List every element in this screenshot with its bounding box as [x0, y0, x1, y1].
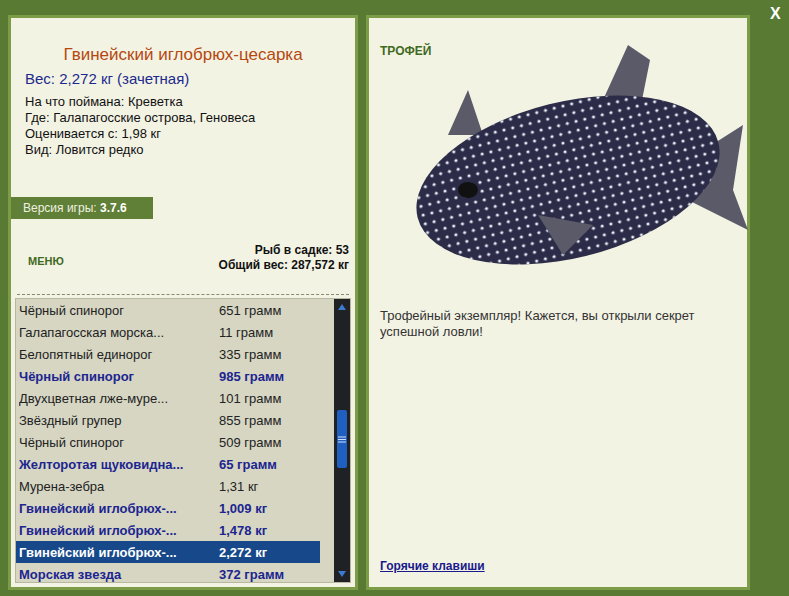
fish-row[interactable]: Белопятный единорог335 грамм: [16, 343, 320, 365]
fish-row[interactable]: Желторотая щуковидна...65 грамм: [16, 453, 320, 475]
hotkeys-link[interactable]: Горячие клавиши: [380, 559, 485, 573]
fish-row[interactable]: Галапагосская морска...11 грамм: [16, 321, 320, 343]
fish-row[interactable]: Гвинейский иглобрюх-...1,478 кг: [16, 519, 320, 541]
separator: [17, 294, 349, 295]
menu-button[interactable]: МЕНЮ: [28, 255, 64, 273]
detail-line: Оценивается с: 1,98 кг: [25, 126, 355, 142]
fish-row[interactable]: Гвинейский иглобрюх-...2,272 кг: [16, 541, 320, 563]
fish-row[interactable]: Чёрный спинорог985 грамм: [16, 365, 320, 387]
fish-details: На что поймана: КреветкаГде: Галапагосск…: [11, 87, 355, 158]
scroll-up-icon[interactable]: [337, 303, 347, 311]
fish-row[interactable]: Гвинейский иглобрюх-...1,009 кг: [16, 497, 320, 519]
fish-list: Чёрный спинорог651 граммГалапагосская мо…: [15, 298, 351, 583]
fish-title: Гвинейский иглобрюх-цесарка: [11, 45, 355, 65]
fish-row[interactable]: Морская звезда372 грамм: [16, 563, 320, 582]
catch-info: Гвинейский иглобрюх-цесаркаВес: 2,272 кг…: [11, 18, 355, 290]
menu-row: МЕНЮ Рыб в садке: 53Общий вес: 287,572 кг: [11, 243, 355, 273]
detail-line: Где: Галапагосские острова, Геновеса: [25, 110, 355, 126]
detail-line: Вид: Ловится редко: [25, 142, 355, 158]
trophy-panel: ТРОФЕЙ Трофейный экземпляр! Кажется, вы о…: [366, 15, 750, 590]
catch-window: Гвинейский иглобрюх-цесаркаВес: 2,272 кг…: [0, 0, 789, 596]
fish-row[interactable]: Звёздный групер855 грамм: [16, 409, 320, 431]
catch-panel: Гвинейский иглобрюх-цесаркаВес: 2,272 кг…: [8, 15, 358, 590]
total-weight: Общий вес: 287,572 кг: [219, 258, 349, 273]
detail-line: На что поймана: Креветка: [25, 94, 355, 110]
keep-net-summary: Рыб в садке: 53Общий вес: 287,572 кг: [219, 243, 349, 273]
scroll-track: [334, 314, 350, 567]
fish-row[interactable]: Двухцветная лже-муре...101 грамм: [16, 387, 320, 409]
trophy-badge: ТРОФЕЙ: [380, 44, 737, 58]
fish-row[interactable]: Чёрный спинорог651 грамм: [16, 299, 320, 321]
fish-row[interactable]: Чёрный спинорог509 грамм: [16, 431, 320, 453]
scroll-thumb[interactable]: [337, 410, 347, 468]
grip-icon: [338, 436, 346, 443]
version-bar: Версия игры: 3.7.6: [11, 197, 153, 219]
fish-picture: [388, 40, 748, 280]
scroll-down-icon[interactable]: [337, 570, 347, 578]
fish-weight: Вес: 2,272 кг (зачетная): [11, 65, 355, 87]
fish-count: Рыб в садке: 53: [219, 243, 349, 258]
fish-row[interactable]: Мурена-зебра1,31 кг: [16, 475, 320, 497]
close-button[interactable]: X: [770, 5, 781, 590]
scrollbar[interactable]: [334, 299, 350, 582]
trophy-message: Трофейный экземпляр! Кажется, вы открыли…: [380, 308, 737, 340]
